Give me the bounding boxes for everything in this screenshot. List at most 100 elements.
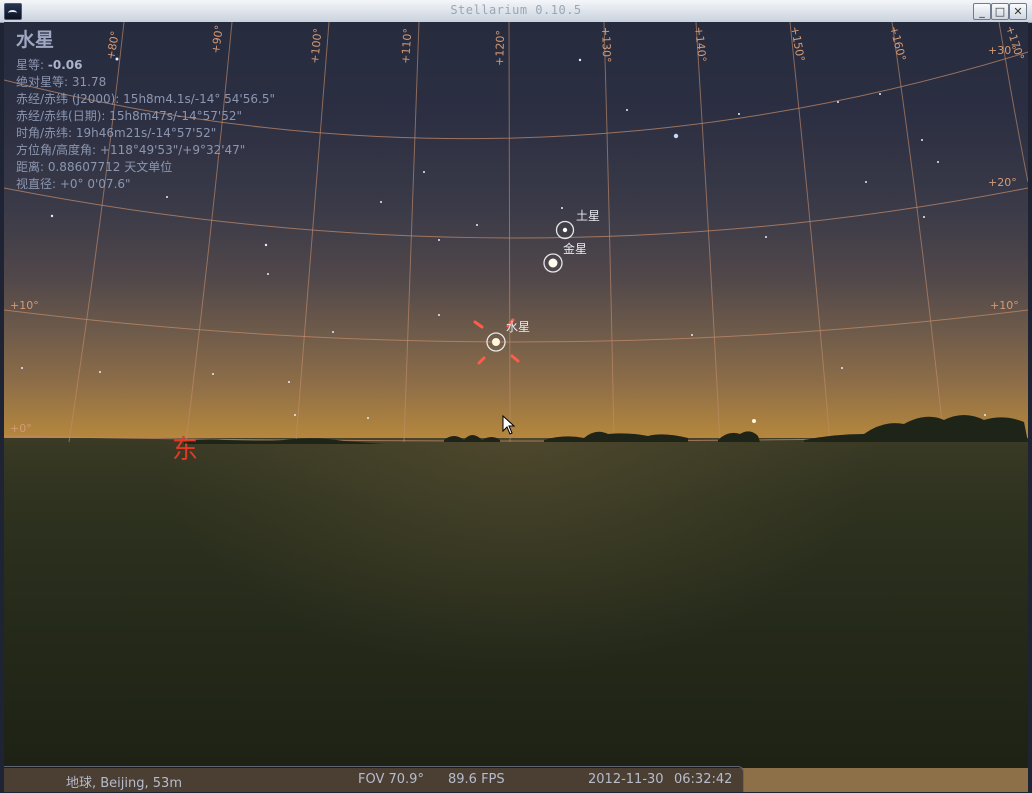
window-title: Stellarium 0.10.5 xyxy=(450,3,582,17)
azimuth-line-150 xyxy=(789,22,831,443)
close-button[interactable]: ✕ xyxy=(1009,3,1027,20)
altitude-label-10-right: +10° xyxy=(990,299,1019,312)
info-label: 绝对星等: xyxy=(16,75,72,89)
tree-silhouette xyxy=(718,431,760,442)
stellarium-window: Stellarium 0.10.5 _ □ ✕ +80° +90° +100° … xyxy=(0,0,1032,793)
info-row-azimuth-altitude: 方位角/高度角: +118°49'53"/+9°32'47" xyxy=(16,142,275,159)
info-row-distance: 距离: 0.88607712 天文单位 xyxy=(16,159,275,176)
star xyxy=(438,239,440,241)
star xyxy=(738,113,740,115)
info-value: 19h46m21s/-14°57'52" xyxy=(75,126,217,140)
info-value: +118°49'53"/+9°32'47" xyxy=(99,143,246,157)
venus-marker[interactable]: 金星 xyxy=(543,241,587,273)
cardinal-east-label: 东 xyxy=(172,435,198,465)
info-label: 赤经/赤纬 (J2000): xyxy=(16,92,124,106)
mercury-label: 水星 xyxy=(506,320,530,334)
info-value: 15h8m47s/-14°57'52" xyxy=(109,109,242,123)
azimuth-line-100 xyxy=(295,22,330,443)
date-text: 2012-11-30 xyxy=(588,772,664,787)
altitude-label-30-right: +30° xyxy=(988,44,1017,57)
star xyxy=(99,371,101,373)
star xyxy=(267,273,269,275)
altitude-label-0-left: +0° xyxy=(10,422,32,435)
info-label: 距离: xyxy=(16,160,48,174)
horizon-trees xyxy=(184,415,1028,444)
star xyxy=(752,419,756,423)
azimuth-label: +150° xyxy=(788,25,807,62)
time-text: 06:32:42 xyxy=(674,772,733,787)
star xyxy=(332,331,334,333)
tree-silhouette xyxy=(544,431,688,442)
star xyxy=(561,207,563,209)
info-value: -0.06 xyxy=(47,58,83,72)
info-label: 赤经/赤纬(日期): xyxy=(16,109,110,123)
azimuth-line-160 xyxy=(891,22,945,443)
venus-icon xyxy=(548,258,558,268)
star xyxy=(21,367,23,369)
title-bar[interactable]: Stellarium 0.10.5 _ □ ✕ xyxy=(0,0,1032,23)
info-label: 方位角/高度角: xyxy=(16,143,100,157)
info-row-magnitude: 星等: -0.06 xyxy=(16,57,275,74)
azimuth-line-130 xyxy=(603,22,615,443)
azimuth-label: +120° xyxy=(493,30,507,66)
star xyxy=(765,236,767,238)
info-label: 时角/赤纬: xyxy=(16,126,76,140)
star xyxy=(923,216,925,218)
info-row-ra-dec-j2000: 赤经/赤纬 (J2000): 15h8m4.1s/-14° 54'56.5" xyxy=(16,91,275,108)
minimize-button[interactable]: _ xyxy=(973,3,991,20)
altitude-line-20 xyxy=(4,187,1028,239)
star xyxy=(50,214,54,218)
info-label: 星等: xyxy=(16,58,48,72)
star xyxy=(984,414,986,416)
info-row-hour-angle: 时角/赤纬: 19h46m21s/-14°57'52" xyxy=(16,125,275,142)
altitude-label-20-right: +20° xyxy=(988,176,1017,189)
star xyxy=(626,109,628,111)
azimuth-label: +130° xyxy=(599,27,613,63)
star xyxy=(294,414,296,416)
star xyxy=(865,181,867,183)
maximize-button[interactable]: □ xyxy=(991,3,1009,20)
venus-label: 金星 xyxy=(563,241,587,256)
info-value: 0.88607712 天文单位 xyxy=(47,160,173,174)
tree-silhouette xyxy=(804,415,1028,442)
star xyxy=(288,381,290,383)
saturn-label: 土星 xyxy=(576,209,600,223)
star xyxy=(841,367,843,369)
star xyxy=(937,161,939,163)
star xyxy=(212,373,214,375)
star xyxy=(438,314,440,316)
star xyxy=(879,93,881,95)
azimuth-label: +140° xyxy=(692,26,709,63)
azimuth-line-120 xyxy=(508,22,511,443)
info-value: 15h8m4.1s/-14° 54'56.5" xyxy=(123,92,275,106)
fov-text: FOV 70.9° xyxy=(358,772,424,787)
fps-text: 89.6 FPS xyxy=(448,772,505,787)
azimuth-label: +160° xyxy=(887,25,908,63)
mercury-icon xyxy=(492,338,500,346)
star xyxy=(673,133,679,139)
object-info-panel: 水星 星等: -0.06 绝对星等: 31.78 赤经/赤纬 (J2000): … xyxy=(16,29,275,193)
star xyxy=(264,243,268,247)
info-value: 31.78 xyxy=(71,75,107,89)
star xyxy=(367,417,369,419)
azimuth-label: +110° xyxy=(399,28,414,65)
azimuth-label: +100° xyxy=(308,27,325,64)
altitude-label-10-left: +10° xyxy=(10,299,39,312)
info-label: 视直径: xyxy=(16,177,60,191)
star xyxy=(476,224,478,226)
status-bar: 地球, Beijing, 53m FOV 70.9° 89.6 FPS 2012… xyxy=(4,766,744,792)
saturn-marker[interactable]: 土星 xyxy=(555,209,601,240)
info-row-apparent-diameter: 视直径: +0° 0'07.6" xyxy=(16,176,275,193)
star xyxy=(691,334,693,336)
info-row-ra-dec-date: 赤经/赤纬(日期): 15h8m47s/-14°57'52" xyxy=(16,108,275,125)
star xyxy=(578,58,582,62)
star xyxy=(380,201,382,203)
info-value: +0° 0'07.6" xyxy=(59,177,131,191)
star xyxy=(921,139,923,141)
azimuth-line-110 xyxy=(403,22,420,443)
info-row-absolute-magnitude: 绝对星等: 31.78 xyxy=(16,74,275,91)
saturn-icon xyxy=(562,227,568,233)
selected-object-name: 水星 xyxy=(16,29,55,51)
star xyxy=(423,171,425,173)
mouse-cursor-icon xyxy=(502,415,516,435)
